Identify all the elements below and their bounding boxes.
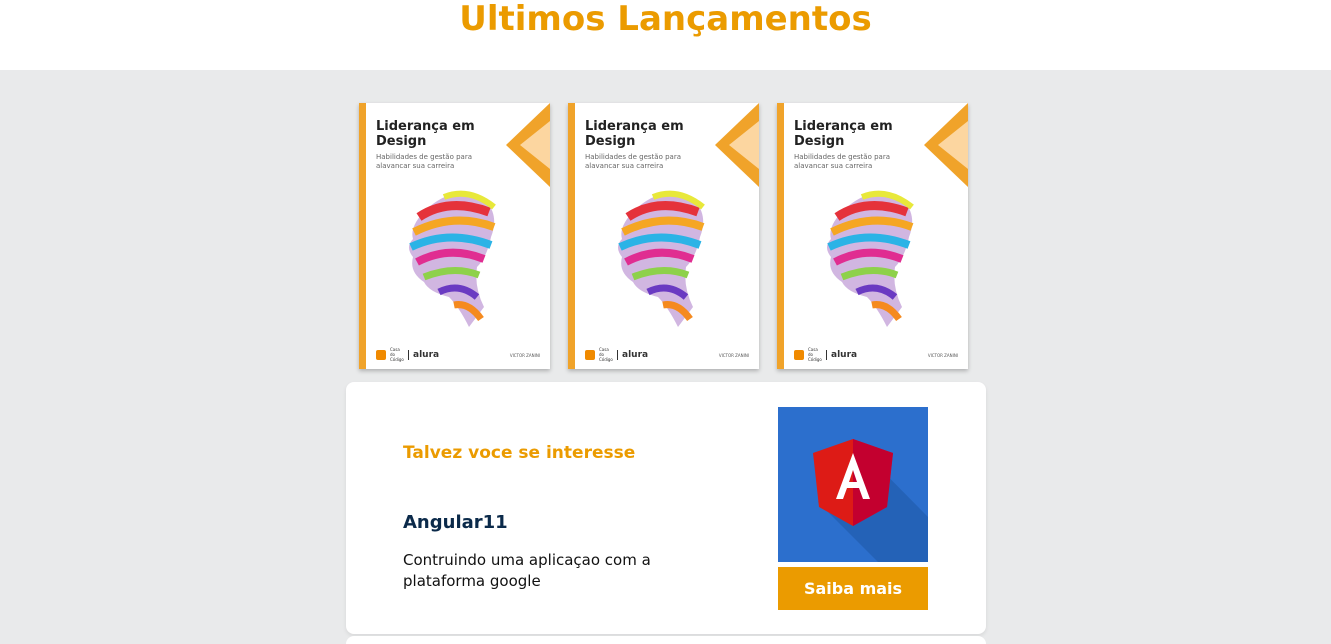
colorful-head-icon xyxy=(409,190,496,327)
book-author: VICTOR ZANINI xyxy=(718,353,749,358)
book-subtitle: Habilidades de gestão para alavancar sua… xyxy=(794,153,891,170)
casa-do-codigo-icon xyxy=(585,349,595,360)
book-title: Liderança em Design xyxy=(794,119,893,149)
publisher-logo: Casa do Código alura xyxy=(585,347,648,362)
publisher-name: Casa do Código xyxy=(808,347,822,362)
book-subtitle: Habilidades de gestão para alavancar sua… xyxy=(585,153,682,170)
logo-divider xyxy=(826,349,827,360)
brand-name: alura xyxy=(413,349,440,360)
saiba-mais-button[interactable]: Saiba mais xyxy=(778,567,928,610)
publisher-name: Casa do Código xyxy=(599,347,613,362)
book-author: VICTOR ZANINI xyxy=(927,353,958,358)
book-author: VICTOR ZANINI xyxy=(509,353,540,358)
course-thumbnail[interactable] xyxy=(778,407,928,562)
book-spine xyxy=(568,103,575,369)
book-title: Liderança em Design xyxy=(585,119,684,149)
logo-divider xyxy=(617,349,618,360)
colorful-head-icon xyxy=(827,190,914,327)
page-title: Ultimos Lançamentos xyxy=(459,0,872,39)
publisher-name: Casa do Código xyxy=(390,347,404,362)
book-cover[interactable]: Liderança em Design Habilidades de gestã… xyxy=(777,103,968,369)
card-kicker: Talvez voce se interesse xyxy=(403,443,636,463)
book-title: Liderança em Design xyxy=(376,119,475,149)
course-card: Talvez voce se interesse Angular11 Contr… xyxy=(346,382,986,634)
publisher-logo: Casa do Código alura xyxy=(794,347,857,362)
course-title: Angular11 xyxy=(403,512,508,533)
colorful-head-icon xyxy=(618,190,705,327)
next-card-edge xyxy=(346,636,986,644)
brand-name: alura xyxy=(622,349,649,360)
casa-do-codigo-icon xyxy=(376,349,386,360)
angular-logo-icon xyxy=(813,439,928,562)
corner-ribbon-icon xyxy=(924,103,968,187)
publisher-logo: Casa do Código alura xyxy=(376,347,439,362)
book-cover[interactable]: Liderança em Design Habilidades de gestã… xyxy=(568,103,759,369)
logo-divider xyxy=(408,349,409,360)
book-cover[interactable]: Liderança em Design Habilidades de gestã… xyxy=(359,103,550,369)
corner-ribbon-icon xyxy=(715,103,759,187)
book-subtitle: Habilidades de gestão para alavancar sua… xyxy=(376,153,473,170)
corner-ribbon-icon xyxy=(506,103,550,187)
brand-name: alura xyxy=(831,349,858,360)
book-spine xyxy=(777,103,784,369)
course-description: Contruindo uma aplicaçao com a plataform… xyxy=(403,551,651,590)
book-spine xyxy=(359,103,366,369)
casa-do-codigo-icon xyxy=(794,349,804,360)
